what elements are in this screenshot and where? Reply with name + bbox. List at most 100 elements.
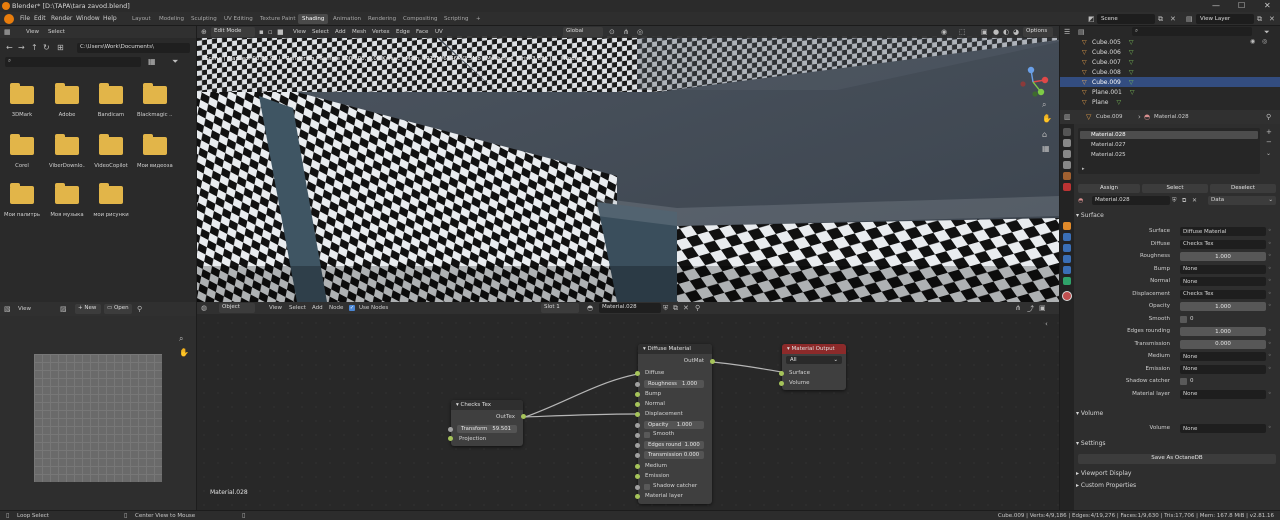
volume-input-field[interactable]: None [1180,424,1266,433]
input-socket[interactable] [635,494,640,499]
tab-layout[interactable]: Layout [128,14,155,24]
link-socket-icon[interactable]: ◦ [1268,340,1272,347]
vertex-select-icon[interactable]: ▪ [259,28,264,36]
render-camera-icon[interactable]: ◎ [1262,38,1267,45]
property-input-field[interactable]: None [1180,352,1266,361]
mode-selector[interactable]: Edit Mode [211,27,255,37]
property-input-field[interactable]: None [1180,364,1266,374]
folder-item[interactable]: Blackmagic ... [137,83,173,118]
edges-round-field[interactable]: Edges round 1.000 [644,441,704,449]
property-checkbox[interactable] [1180,378,1187,385]
parent-directory-icon[interactable]: ↑ [31,43,38,52]
tab-tool-icon[interactable] [1063,128,1071,136]
back-arrow-icon[interactable]: ← [6,43,13,52]
copy-scene-icon[interactable]: ⧉ [1158,15,1163,24]
assign-button[interactable]: Assign [1078,184,1140,193]
slot-item-label[interactable]: Material.025 [1091,152,1126,158]
select-button[interactable]: Select [1142,184,1208,193]
tab-data-icon[interactable] [1063,277,1071,285]
tab-output-icon[interactable] [1063,150,1071,158]
vp-menu-vertex[interactable]: Vertex [372,29,390,35]
property-input-field[interactable]: 1.000 [1180,327,1266,336]
tab-compositing[interactable]: Compositing [399,14,441,24]
node-header[interactable]: ▾ Checks Tex [451,400,523,410]
new-folder-icon[interactable]: ⊞ [57,43,64,52]
property-input-field[interactable]: 0.000 [1180,339,1266,349]
node-header[interactable]: ▾ Material Output [782,344,846,354]
shading-rendered-icon[interactable]: ◕ [1013,28,1019,36]
link-socket-icon[interactable]: ◦ [1268,352,1272,359]
shading-material-icon[interactable]: ◐ [1003,28,1009,36]
material-name-field[interactable]: Material.028 [1092,196,1170,205]
xray-icon[interactable]: ▣ [981,28,988,36]
minimize-button[interactable]: — [1212,1,1220,10]
link-socket-icon[interactable]: ◦ [1268,240,1272,247]
property-input-field[interactable]: 1.000 [1180,252,1266,261]
3d-viewport[interactable]: ⊕ Edit Mode ▪ ▫ ■ View Select Add Mesh V… [197,26,1059,302]
menu-window[interactable]: Window [76,15,100,22]
browse-image-icon[interactable]: ▨ [60,305,67,313]
input-socket[interactable] [635,453,640,458]
property-input-field[interactable]: None [1180,264,1266,274]
roughness-field[interactable]: Roughness 1.000 [644,380,704,388]
visibility-eye-icon[interactable]: ◉ [1250,38,1255,45]
tab-scene-icon[interactable] [1063,172,1071,180]
link-selector[interactable]: Data ⌄ [1208,196,1276,205]
zoom-icon[interactable]: ⌕ [179,334,183,344]
menu-file[interactable]: File [20,15,30,22]
add-workspace-button[interactable]: + [472,14,485,24]
list-item[interactable]: ▽ Cube.008 ▽ [1082,67,1133,77]
link-socket-icon[interactable]: ◦ [1268,327,1272,334]
pin-icon[interactable]: ⚲ [137,305,142,313]
new-image-button[interactable]: + New [75,304,101,314]
list-item-selected[interactable]: ▽ Cube.009 ▽ [1060,77,1280,87]
property-input-field[interactable]: None [1180,389,1266,399]
list-item[interactable]: ▽ Cube.007 ▽ [1082,57,1133,67]
tab-scripting[interactable]: Scripting [440,14,472,24]
output-socket[interactable] [521,414,526,419]
tab-view-layer-icon[interactable] [1063,161,1071,169]
delete-view-layer-icon[interactable]: ✕ [1269,15,1275,23]
fake-user-icon[interactable]: ⛨ [1172,197,1177,205]
pin-icon[interactable]: ⚲ [1266,113,1271,121]
display-mode-icon[interactable]: ▤ [1078,28,1085,36]
perspective-toggle-icon[interactable]: ▦ [1042,144,1050,153]
editor-type-icon[interactable]: ▧ [4,305,11,313]
menu-edit[interactable]: Edit [34,15,46,22]
tab-particles-icon[interactable] [1063,244,1071,252]
folder-item[interactable]: Adobe [49,83,85,118]
link-socket-icon[interactable]: ◦ [1268,365,1272,372]
tab-modeling[interactable]: Modeling [155,14,188,24]
tab-rendering[interactable]: Rendering [364,14,400,24]
folder-item[interactable]: Corel [4,134,40,169]
forward-arrow-icon[interactable]: → [18,43,25,52]
vp-menu-add[interactable]: Add [335,29,346,35]
save-as-octanedb-button[interactable]: Save As OctaneDB [1078,454,1276,464]
tab-material-icon[interactable] [1063,292,1071,300]
viewport-display-section-header[interactable]: ▸ Viewport Display [1076,470,1276,477]
transmission-field[interactable]: Transmission 0.000 [644,451,704,459]
navigation-gizmo[interactable] [1015,64,1051,100]
node-header[interactable]: ▾ Diffuse Material [638,344,712,354]
filter-search-input[interactable]: ⌕ [5,57,141,67]
link-socket-icon[interactable]: ◦ [1268,265,1272,272]
transform-orientation-selector[interactable]: Global [563,27,603,37]
tab-texture-paint[interactable]: Texture Paint [256,14,300,24]
proportional-edit-icon[interactable]: ◎ [637,28,643,36]
menu-help[interactable]: Help [103,15,117,22]
list-item[interactable]: ▽ Plane ▽ [1082,97,1121,107]
outliner-search-input[interactable]: ⌕ [1132,27,1252,36]
unlink-material-icon[interactable]: ✕ [1192,197,1197,204]
volume-section-header[interactable]: ▾ Volume [1076,410,1276,417]
folder-item[interactable]: 3DMark [4,83,40,118]
add-slot-icon[interactable]: + [1266,128,1272,136]
vp-menu-mesh[interactable]: Mesh [352,29,366,35]
link-socket-icon[interactable]: ◦ [1268,277,1272,284]
vp-menu-face[interactable]: Face [416,29,428,35]
vp-menu-view[interactable]: View [293,29,306,35]
folder-item[interactable]: мои рисунки [93,183,129,218]
filter-icon[interactable]: ⏷ [172,57,178,67]
tab-shading[interactable]: Shading [298,14,329,24]
output-socket[interactable] [710,359,715,364]
fb-select-menu[interactable]: Select [48,29,65,35]
